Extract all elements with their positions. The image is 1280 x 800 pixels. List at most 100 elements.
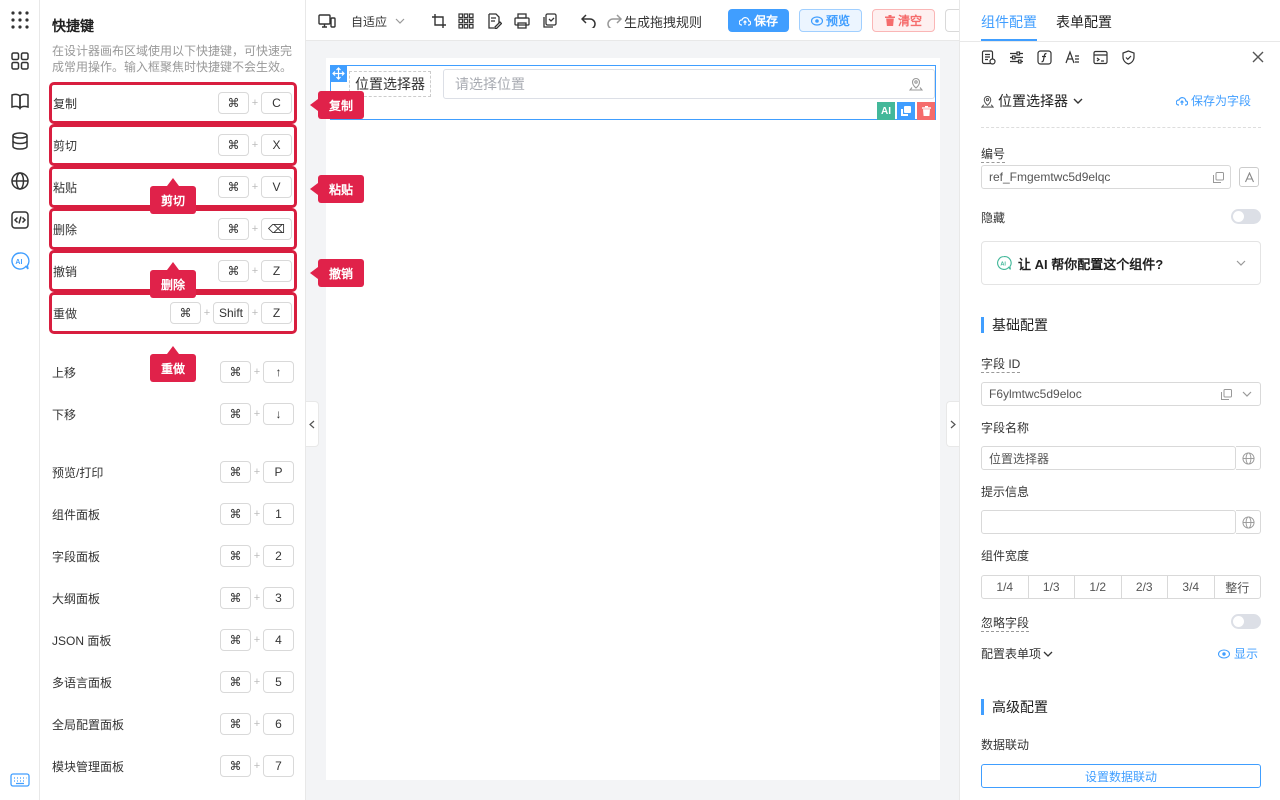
data-linkage-button[interactable]: 设置数据联动 — [981, 764, 1261, 788]
chevron-down-icon — [395, 18, 405, 24]
keyboard-icon[interactable] — [8, 768, 32, 792]
database-icon[interactable] — [8, 129, 32, 153]
shortcut-keys: ⌘ + X — [218, 134, 292, 156]
collapse-right-handle[interactable] — [946, 401, 959, 447]
shortcut-keys: ⌘ +5 — [220, 671, 294, 693]
width-option[interactable]: 3/4 — [1168, 576, 1215, 598]
id-label: 编号 — [981, 147, 1006, 163]
plus-separator: + — [251, 181, 259, 193]
clear-button[interactable]: 清空 — [872, 9, 935, 32]
hint-label: 提示信息 — [981, 485, 1030, 499]
location-icon — [981, 95, 994, 108]
shortcut-row: 重做 ⌘ + Shift + Z — [49, 292, 297, 334]
more-button[interactable] — [945, 9, 959, 32]
device-icon[interactable] — [318, 10, 336, 32]
tab-component-config[interactable]: 组件配置 — [981, 12, 1037, 32]
key-cap: 7 — [263, 755, 294, 777]
apps-grid-icon[interactable] — [8, 8, 32, 32]
form-item-config-toggle[interactable]: 配置表单项 — [981, 645, 1053, 662]
plus-separator: + — [253, 592, 261, 604]
divider — [981, 127, 1261, 128]
data-linkage-label: 数据联动 — [981, 738, 1030, 752]
width-option[interactable]: 2/3 — [1122, 576, 1168, 598]
copy-icon[interactable] — [1221, 388, 1232, 400]
plus-separator: + — [253, 634, 261, 646]
text-style-icon[interactable] — [1060, 48, 1084, 66]
property-icon[interactable] — [976, 48, 1000, 66]
shortcut-keys: ⌘ + Z — [218, 260, 292, 282]
component-type-select[interactable]: 位置选择器 — [981, 91, 1083, 111]
ignore-field-toggle[interactable] — [1231, 614, 1261, 629]
copy-icon[interactable] — [1213, 171, 1224, 183]
generate-drag-rules-button[interactable]: 生成拖拽规则 — [606, 10, 702, 32]
edit-icon[interactable] — [485, 10, 503, 32]
sliders-icon[interactable] — [1004, 48, 1028, 66]
field-name-i18n-button[interactable] — [1236, 446, 1261, 470]
grid-icon[interactable] — [457, 10, 475, 32]
tab-form-config[interactable]: 表单配置 — [1056, 12, 1112, 32]
event-icon[interactable] — [1088, 48, 1112, 66]
globe-icon[interactable] — [8, 169, 32, 193]
close-icon[interactable] — [1250, 49, 1266, 65]
hint-input[interactable] — [981, 510, 1236, 534]
print-icon[interactable] — [513, 10, 531, 32]
key-cap: Z — [261, 260, 292, 282]
key-cap: C — [261, 92, 292, 114]
duplicate-button[interactable] — [897, 102, 915, 120]
text-format-icon[interactable] — [1239, 167, 1259, 187]
shortcut-label: 全局配置面板 — [52, 717, 125, 732]
key-cap: ⌘ — [220, 545, 251, 567]
drag-handle[interactable] — [330, 65, 347, 82]
hidden-toggle[interactable] — [1231, 209, 1261, 224]
shortcut-label: 复制 — [53, 96, 78, 111]
shortcut-label: 上移 — [52, 365, 77, 380]
selected-component[interactable]: 位置选择器 请选择位置 AI — [330, 65, 936, 120]
field-name-label: 字段名称 — [981, 421, 1030, 435]
width-option[interactable]: 1/3 — [1029, 576, 1075, 598]
code-icon[interactable] — [8, 208, 32, 232]
ai-assistant-icon[interactable]: AI — [8, 249, 32, 273]
device-select[interactable]: 自适应 — [351, 10, 405, 32]
plus-separator: + — [251, 307, 259, 319]
key-cap: ⌘ — [220, 503, 251, 525]
globe-icon — [1241, 451, 1255, 465]
design-canvas[interactable]: 位置选择器 请选择位置 AI — [326, 58, 940, 780]
shortcut-panel: 快捷键 在设计器画布区域使用以下快捷键，可快速完成常用操作。输入框聚焦时快捷键不… — [40, 0, 306, 800]
id-input[interactable]: ref_Fmgemtwc5d9elqc — [981, 165, 1231, 189]
save-button[interactable]: 保存 — [728, 9, 789, 32]
field-name-input[interactable]: 位置选择器 — [981, 446, 1236, 470]
chevron-right-icon — [950, 420, 956, 428]
key-cap: X — [261, 134, 292, 156]
shield-icon[interactable] — [1116, 48, 1140, 66]
plus-separator: + — [251, 223, 259, 235]
width-option[interactable]: 1/4 — [982, 576, 1029, 598]
location-picker-input[interactable]: 请选择位置 — [443, 69, 935, 99]
shortcut-row: 多语言面板 ⌘ +5 — [52, 661, 294, 703]
delete-button[interactable] — [917, 102, 935, 120]
collapse-left-handle[interactable] — [306, 401, 319, 447]
cloud-upload-icon — [738, 16, 751, 26]
key-cap: ⌘ — [218, 134, 249, 156]
field-id-input[interactable]: F6ylmtwc5d9eloc — [981, 382, 1261, 406]
width-option[interactable]: 整行 — [1215, 576, 1261, 598]
crop-icon[interactable] — [430, 10, 448, 32]
shortcut-row: 模块管理面板 ⌘ +7 — [52, 745, 294, 787]
book-icon[interactable] — [8, 89, 32, 113]
shortcut-keys: ⌘ +7 — [220, 755, 294, 777]
show-button[interactable]: 显示 — [1218, 645, 1258, 662]
copy-file-icon[interactable] — [541, 10, 559, 32]
ai-config-panel[interactable]: AI 让 AI 帮你配置这个组件? — [981, 241, 1261, 285]
undo-icon[interactable] — [580, 10, 598, 32]
key-cap: ⌘ — [220, 755, 251, 777]
components-icon[interactable] — [8, 49, 32, 73]
component-actions: AI — [877, 102, 935, 120]
save-as-field-button[interactable]: 保存为字段 — [1176, 92, 1251, 109]
shortcut-keys: ⌘ +4 — [220, 629, 294, 651]
key-cap: ⌘ — [218, 260, 249, 282]
ai-action-button[interactable]: AI — [877, 102, 895, 120]
hint-i18n-button[interactable] — [1236, 510, 1261, 534]
function-icon[interactable] — [1032, 48, 1056, 66]
shortcut-keys: ⌘ + C — [218, 92, 292, 114]
preview-button[interactable]: 预览 — [799, 9, 862, 32]
width-option[interactable]: 1/2 — [1075, 576, 1122, 598]
